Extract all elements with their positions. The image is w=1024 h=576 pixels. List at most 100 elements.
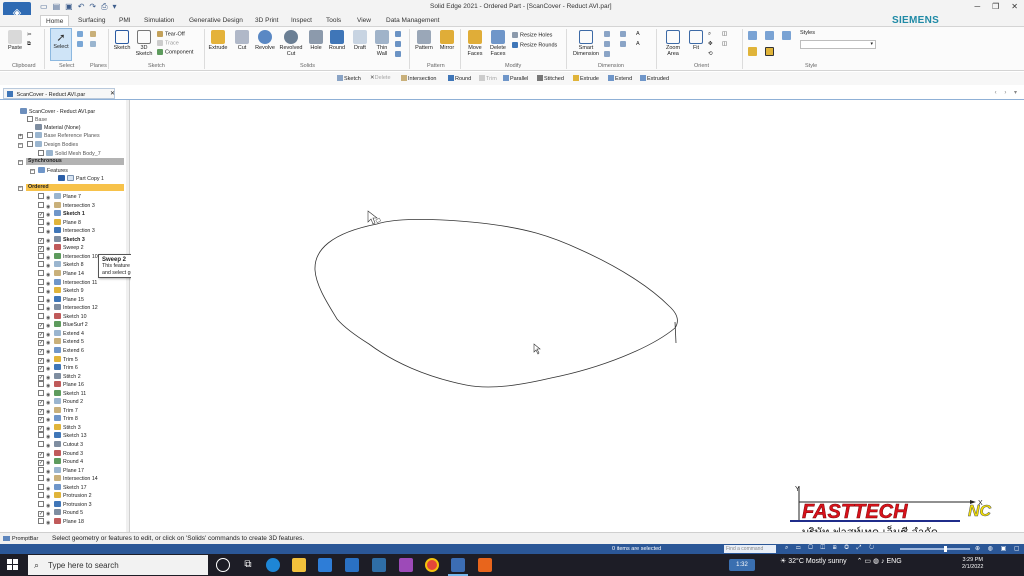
tree-item-ordered[interactable]: ◉ Sketch 11 <box>38 389 86 398</box>
tab-surfacing[interactable]: Surfacing <box>78 17 105 24</box>
visibility-icon[interactable]: ◉ <box>46 314 52 321</box>
coordinate-system-icon[interactable] <box>90 31 98 37</box>
styles-dropdown[interactable]: ▾ <box>800 40 876 49</box>
tree-item-ordered[interactable]: ◉ Intersection 14 <box>38 475 98 483</box>
unchecked-checkbox[interactable] <box>38 475 44 482</box>
tree-item-ordered[interactable]: ✓ ◉ Round 3 <box>38 449 83 458</box>
shaded-icon[interactable] <box>748 47 759 56</box>
cmd-stitched[interactable]: Stitched <box>537 75 564 82</box>
checked-checkbox[interactable]: ✓ <box>38 340 44 347</box>
unchecked-checkbox[interactable] <box>38 500 44 507</box>
tree-item-ordered[interactable]: ✓ ◉ Round 5 <box>38 509 83 518</box>
checked-checkbox[interactable]: ✓ <box>38 366 44 372</box>
tree-item-ordered[interactable]: ◉ Protrusion 3 <box>38 500 92 509</box>
tab-data-management[interactable]: Data Management <box>386 17 439 24</box>
graphics-window[interactable] <box>131 100 1024 532</box>
file-explorer-icon[interactable] <box>292 558 306 572</box>
zoom-area-button[interactable]: Zoom Area <box>662 30 684 57</box>
unchecked-checkbox[interactable] <box>38 432 44 439</box>
unchecked-checkbox[interactable] <box>38 492 44 499</box>
tree-item-ordered[interactable]: ✓ ◉ Round 4 <box>38 458 83 467</box>
component-button[interactable]: Component <box>157 49 193 55</box>
dimension-tool-3-icon[interactable] <box>604 51 612 57</box>
revolved-cut-button[interactable]: Revolved Cut <box>278 30 304 57</box>
plane-icon-2[interactable] <box>77 41 85 47</box>
status-tools-icons[interactable]: ⊕ ◍ ▣ ▢ <box>975 545 1023 552</box>
undo-icon[interactable]: ↶ <box>78 2 85 13</box>
cmd-intersection[interactable]: Intersection <box>401 75 436 82</box>
clock[interactable]: 3:29 PM 2/1/2022 <box>962 557 983 571</box>
tree-item-ordered[interactable]: ✓ ◉ Sketch 1 <box>38 210 85 219</box>
tab-simulation[interactable]: Simulation <box>144 17 174 24</box>
tree-item-ordered[interactable]: ✓ ◉ BlueSurf 2 <box>38 321 88 330</box>
tree-item-ordered[interactable]: ◉ Plane 7 <box>38 193 81 201</box>
unchecked-checkbox[interactable] <box>38 295 44 302</box>
visibility-icon[interactable]: ◉ <box>46 228 52 235</box>
tree-item-ordered[interactable]: ◉ Intersection 10 <box>38 252 98 261</box>
trace-button[interactable]: Trace <box>157 40 179 46</box>
checked-checkbox[interactable]: ✓ <box>38 400 44 407</box>
tree-item-ordered[interactable]: ✓ ◉ Stitch 3 <box>38 423 81 432</box>
tree-item-ordered[interactable]: ◉ Sketch 8 <box>38 261 84 269</box>
solid-edge-icon[interactable] <box>451 558 465 572</box>
visibility-icon[interactable]: ◉ <box>46 408 52 415</box>
tab-home[interactable]: Home <box>40 15 70 26</box>
view-style-1-icon[interactable] <box>748 31 759 40</box>
visibility-icon[interactable]: ◉ <box>46 211 52 218</box>
unchecked-checkbox[interactable] <box>38 466 44 473</box>
visibility-icon[interactable]: ◉ <box>46 245 52 252</box>
visibility-icon[interactable]: ◉ <box>46 357 52 364</box>
close-tab-icon[interactable]: ✕ <box>110 90 115 97</box>
tree-item-ordered[interactable]: ◉ Intersection 3 <box>38 227 95 235</box>
tab-view[interactable]: View <box>357 17 371 24</box>
tree-item-ordered[interactable]: ◉ Intersection 11 <box>38 278 97 287</box>
thin-wall-button[interactable]: Thin Wall <box>371 30 393 57</box>
view-style-2-icon[interactable] <box>765 31 776 40</box>
visibility-icon[interactable]: ◉ <box>46 502 52 509</box>
pattern-button[interactable]: Pattern <box>413 30 435 51</box>
checked-checkbox[interactable]: ✓ <box>38 237 44 244</box>
tear-off-button[interactable]: Tear-Off <box>157 31 185 37</box>
collapse-icon[interactable]: − <box>18 143 23 148</box>
more-solids-icon[interactable] <box>395 31 403 37</box>
open-icon[interactable]: ▤ <box>53 2 61 13</box>
tree-item-ordered[interactable]: ◉ Sketch 13 <box>38 432 87 440</box>
zoom-icon[interactable]: ⌕ <box>708 31 711 38</box>
tree-item-features[interactable]: Features <box>38 167 68 175</box>
tree-item-ordered[interactable]: ◉ Plane 18 <box>38 517 84 526</box>
recording-timer[interactable]: 1:32 <box>729 559 755 571</box>
visibility-icon[interactable]: ◉ <box>46 194 52 201</box>
shaded-edges-icon[interactable] <box>765 47 776 56</box>
view-orient-icon[interactable]: ◫ <box>722 31 727 37</box>
checked-checkbox[interactable]: ✓ <box>38 460 44 467</box>
store-icon[interactable] <box>318 558 332 572</box>
visibility-icon[interactable]: ◉ <box>46 339 52 346</box>
more-solids-icon-2[interactable] <box>395 41 403 47</box>
visibility-icon[interactable]: ◉ <box>46 322 52 329</box>
checked-checkbox[interactable]: ✓ <box>38 417 44 424</box>
visibility-icon[interactable]: ◉ <box>46 399 52 406</box>
resize-rounds-button[interactable]: Resize Rounds <box>512 42 557 48</box>
tree-item-base[interactable]: Base <box>27 116 47 124</box>
mirror-button[interactable]: Mirror <box>436 30 458 51</box>
minimize-icon[interactable]: ─ <box>974 2 980 11</box>
text-tool-icon[interactable]: A <box>636 31 640 37</box>
taskbar-search[interactable]: ⌕ Type here to search <box>28 555 208 575</box>
visibility-icon[interactable]: ◉ <box>46 519 52 526</box>
unchecked-checkbox[interactable] <box>38 218 44 225</box>
redo-icon[interactable]: ↷ <box>89 2 96 13</box>
extrude-button[interactable]: Extrude <box>207 30 229 51</box>
collapse-icon[interactable]: − <box>30 169 35 174</box>
pan-icon[interactable]: ✥ <box>708 41 713 47</box>
view-orient-2-icon[interactable]: ◫ <box>722 41 727 47</box>
tree-item-material[interactable]: Material (None) <box>27 124 81 132</box>
tree-item-ordered[interactable]: ◉ Sketch 9 <box>38 287 84 295</box>
checked-checkbox[interactable]: ✓ <box>38 246 44 253</box>
unchecked-checkbox[interactable] <box>38 483 44 490</box>
unchecked-checkbox[interactable] <box>38 261 44 268</box>
collapse-icon[interactable]: − <box>18 160 23 165</box>
visibility-icon[interactable]: ◉ <box>46 220 52 227</box>
find-command-input[interactable]: Find a command <box>724 545 776 553</box>
weather-text[interactable]: 32°C Mostly sunny <box>788 558 846 565</box>
cut-clip-icon[interactable]: ✂ <box>27 32 32 38</box>
